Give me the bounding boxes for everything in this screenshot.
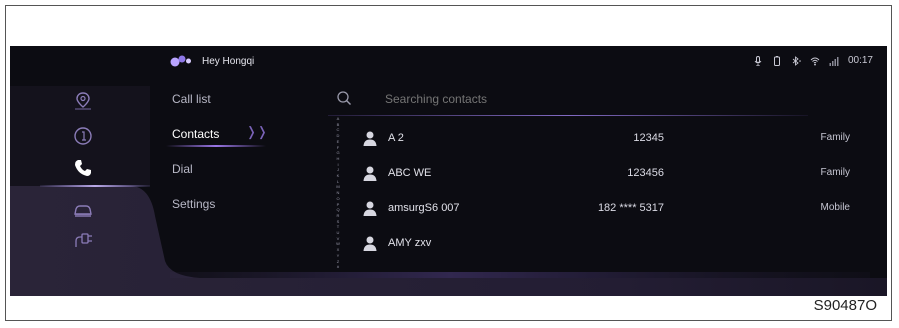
menu-item-settings[interactable]: Settings [172, 197, 215, 211]
contact-phone: 12345 [633, 132, 664, 144]
battery-icon [773, 55, 780, 66]
contact-type: Mobile [820, 202, 850, 213]
menu-item-dial[interactable]: Dial [172, 162, 193, 176]
contact-avatar-icon [363, 131, 377, 146]
phone-icon[interactable] [72, 157, 94, 179]
contact-avatar-icon [363, 236, 377, 251]
figure-code: S90487O [813, 297, 877, 314]
contact-name: ABC WE [388, 167, 432, 179]
contact-row[interactable]: AMY zxv [360, 229, 860, 259]
contact-name: amsurgS6 007 [388, 202, 460, 214]
wifi-icon [810, 57, 820, 65]
menu-active-indicator [166, 145, 266, 147]
assistant-title: Hey Hongqi [202, 56, 255, 67]
bluetooth-icon [792, 55, 801, 66]
contact-row[interactable]: amsurgS6 007 182 **** 5317 Mobile [360, 194, 860, 224]
menu-item-call-list[interactable]: Call list [172, 92, 211, 106]
search-input[interactable] [383, 91, 787, 107]
contact-avatar-icon [363, 166, 377, 181]
media-icon[interactable] [72, 125, 94, 147]
contact-avatar-icon [363, 201, 377, 216]
menu-item-contacts[interactable]: Contacts [172, 127, 219, 141]
alphabet-letter[interactable]: # [337, 264, 339, 270]
contact-name: A 2 [388, 132, 404, 144]
alphabet-index[interactable]: A B C D E F G H I J K L M N O P Q R S T U V W X Y Z # [334, 116, 342, 270]
figure-frame: Hey Hongqi 00:17 Call list Contacts ❭❭ D… [5, 5, 892, 321]
search-underline [328, 115, 808, 116]
car-icon[interactable] [72, 200, 94, 222]
contact-phone: 182 **** 5317 [597, 202, 664, 214]
search-icon[interactable] [336, 90, 352, 106]
contact-type: Family [820, 132, 850, 143]
status-bar: 00:17 [753, 55, 873, 66]
clock: 00:17 [847, 55, 873, 66]
contact-row[interactable]: A 2 12345 Family [360, 124, 860, 154]
contact-row[interactable]: ABC WE 123456 Family [360, 159, 860, 189]
navigation-icon[interactable] [72, 90, 94, 112]
assistant-logo-icon[interactable] [170, 54, 192, 68]
chevron-right-icon: ❭❭ [246, 124, 268, 139]
contact-phone: 123456 [627, 167, 664, 179]
signal-icon [829, 56, 839, 66]
charging-icon[interactable] [72, 229, 94, 251]
contact-name: AMY zxv [388, 237, 432, 249]
contact-type: Family [820, 167, 850, 178]
microphone-icon [754, 55, 762, 66]
infotainment-screen: Hey Hongqi 00:17 Call list Contacts ❭❭ D… [10, 46, 887, 296]
